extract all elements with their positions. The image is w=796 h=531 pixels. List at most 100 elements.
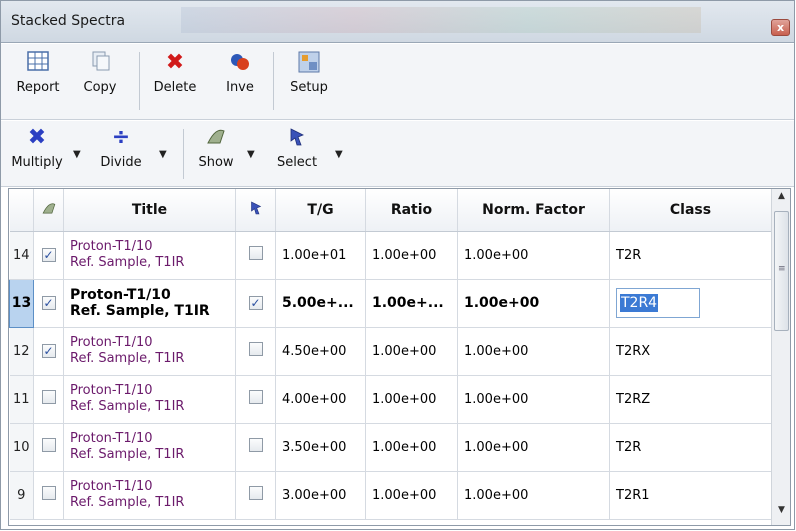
show-checkbox-cell[interactable]: ✓ bbox=[33, 279, 64, 328]
show-checkbox-cell[interactable] bbox=[33, 423, 64, 472]
pin-checkbox[interactable] bbox=[248, 390, 263, 404]
header-norm-factor[interactable]: Norm. Factor bbox=[457, 189, 610, 232]
table-row[interactable]: 12 ✓ Proton-T1/10 Ref. Sample, T1IR 4.50e… bbox=[9, 327, 772, 376]
show-checkbox-cell[interactable]: ✓ bbox=[33, 327, 64, 376]
show-dropdown-arrow[interactable]: ▼ bbox=[247, 149, 255, 160]
header-ratio[interactable]: Ratio bbox=[365, 189, 458, 232]
title-line: Proton-T1/10 bbox=[70, 383, 153, 398]
row-number[interactable]: 12 bbox=[9, 327, 34, 376]
title-line: Proton-T1/10 bbox=[70, 239, 153, 254]
show-button[interactable]: Show bbox=[191, 125, 241, 170]
title-line: Proton-T1/10 bbox=[70, 287, 171, 303]
row-number[interactable]: 13 bbox=[9, 278, 34, 328]
title-cell[interactable]: Proton-T1/10 Ref. Sample, T1IR bbox=[63, 423, 236, 472]
row-number[interactable]: 10 bbox=[9, 423, 34, 472]
table-row[interactable]: 14 ✓ Proton-T1/10 Ref. Sample, T1IR 1.00e… bbox=[9, 231, 772, 280]
tg-cell[interactable]: 4.00e+00 bbox=[275, 375, 366, 424]
delete-button[interactable]: ✖ Delete bbox=[145, 50, 205, 95]
ratio-cell[interactable]: 1.00e+00 bbox=[365, 471, 458, 520]
ratio-cell[interactable]: 1.00e+00 bbox=[365, 375, 458, 424]
pin-checkbox[interactable] bbox=[248, 342, 263, 356]
row-number[interactable]: 11 bbox=[9, 375, 34, 424]
header-title[interactable]: Title bbox=[63, 189, 236, 232]
title-bar[interactable]: Stacked Spectra x bbox=[1, 1, 794, 43]
show-checkbox[interactable]: ✓ bbox=[41, 343, 56, 358]
title-cell[interactable]: Proton-T1/10 Ref. Sample, T1IR bbox=[63, 279, 236, 328]
show-checkbox[interactable] bbox=[41, 438, 56, 452]
setup-label: Setup bbox=[290, 80, 328, 95]
invert-icon bbox=[227, 50, 253, 76]
show-checkbox[interactable]: ✓ bbox=[41, 247, 56, 262]
table-row[interactable]: 10 Proton-T1/10 Ref. Sample, T1IR 3.50e+0… bbox=[9, 423, 772, 472]
header-class[interactable]: Class bbox=[609, 189, 772, 232]
norm-factor-cell[interactable]: 1.00e+00 bbox=[457, 231, 610, 280]
title-cell[interactable]: Proton-T1/10 Ref. Sample, T1IR bbox=[63, 327, 236, 376]
class-edit-selected-text[interactable]: T2R4 bbox=[620, 294, 659, 312]
pin-checkbox[interactable]: ✓ bbox=[248, 296, 263, 310]
vertical-scrollbar[interactable]: ▲ ≡ ▼ bbox=[771, 189, 790, 525]
title-cell[interactable]: Proton-T1/10 Ref. Sample, T1IR bbox=[63, 231, 236, 280]
row-number[interactable]: 9 bbox=[9, 471, 34, 520]
select-button[interactable]: Select bbox=[269, 125, 325, 170]
title-cell[interactable]: Proton-T1/10 Ref. Sample, T1IR bbox=[63, 471, 236, 520]
table-row-selected[interactable]: 13 ✓ Proton-T1/10 Ref. Sample, T1IR ✓ 5.0… bbox=[9, 278, 772, 328]
tg-cell[interactable]: 4.50e+00 bbox=[275, 327, 366, 376]
scroll-up-arrow-icon[interactable]: ▲ bbox=[772, 191, 790, 209]
show-checkbox[interactable] bbox=[41, 486, 56, 500]
header-tg[interactable]: T/G bbox=[275, 189, 366, 232]
ratio-cell[interactable]: 1.00e+... bbox=[365, 279, 458, 328]
show-checkbox[interactable]: ✓ bbox=[41, 296, 56, 310]
norm-factor-cell[interactable]: 1.00e+00 bbox=[457, 279, 610, 328]
multiply-button[interactable]: ✖ Multiply bbox=[5, 125, 69, 170]
class-cell[interactable]: T2R1 bbox=[609, 471, 772, 520]
class-cell[interactable]: T2R bbox=[609, 231, 772, 280]
divide-button[interactable]: ÷ Divide bbox=[93, 125, 149, 170]
title-cell[interactable]: Proton-T1/10 Ref. Sample, T1IR bbox=[63, 375, 236, 424]
class-edit-field[interactable]: T2R4 bbox=[616, 288, 700, 318]
show-checkbox-cell[interactable] bbox=[33, 375, 64, 424]
scrollbar-thumb[interactable]: ≡ bbox=[774, 211, 789, 331]
title-line: Proton-T1/10 bbox=[70, 479, 153, 494]
tg-cell[interactable]: 3.00e+00 bbox=[275, 471, 366, 520]
ratio-cell[interactable]: 1.00e+00 bbox=[365, 423, 458, 472]
tg-cell[interactable]: 3.50e+00 bbox=[275, 423, 366, 472]
class-cell[interactable]: T2R4 bbox=[609, 279, 772, 328]
close-button[interactable]: x bbox=[771, 19, 790, 36]
row-number[interactable]: 14 bbox=[9, 231, 34, 280]
inve-button[interactable]: Inve bbox=[215, 50, 265, 95]
divide-dropdown-arrow[interactable]: ▼ bbox=[159, 149, 167, 160]
scroll-down-arrow-icon[interactable]: ▼ bbox=[772, 505, 790, 523]
show-checkbox[interactable] bbox=[41, 390, 56, 404]
pin-checkbox-cell[interactable] bbox=[235, 471, 276, 520]
report-button[interactable]: Report bbox=[9, 50, 67, 95]
table-row[interactable]: 11 Proton-T1/10 Ref. Sample, T1IR 4.00e+0… bbox=[9, 375, 772, 424]
ratio-cell[interactable]: 1.00e+00 bbox=[365, 327, 458, 376]
table-row[interactable]: 9 Proton-T1/10 Ref. Sample, T1IR 3.00e+00… bbox=[9, 471, 772, 520]
show-checkbox-cell[interactable] bbox=[33, 471, 64, 520]
pin-checkbox[interactable] bbox=[248, 438, 263, 452]
copy-button[interactable]: Copy bbox=[75, 50, 125, 95]
norm-factor-cell[interactable]: 1.00e+00 bbox=[457, 423, 610, 472]
norm-factor-cell[interactable]: 1.00e+00 bbox=[457, 327, 610, 376]
pin-checkbox-cell[interactable]: ✓ bbox=[235, 279, 276, 328]
select-dropdown-arrow[interactable]: ▼ bbox=[335, 149, 343, 160]
pin-checkbox[interactable] bbox=[248, 486, 263, 500]
pin-checkbox-cell[interactable] bbox=[235, 423, 276, 472]
tg-cell[interactable]: 5.00e+... bbox=[275, 279, 366, 328]
pin-checkbox-cell[interactable] bbox=[235, 327, 276, 376]
header-show[interactable] bbox=[33, 189, 64, 232]
pin-checkbox-cell[interactable] bbox=[235, 375, 276, 424]
class-cell[interactable]: T2RZ bbox=[609, 375, 772, 424]
norm-factor-cell[interactable]: 1.00e+00 bbox=[457, 471, 610, 520]
class-cell[interactable]: T2R bbox=[609, 423, 772, 472]
ratio-cell[interactable]: 1.00e+00 bbox=[365, 231, 458, 280]
setup-button[interactable]: Setup bbox=[281, 50, 337, 95]
header-pin[interactable] bbox=[235, 189, 276, 232]
pin-checkbox[interactable] bbox=[248, 246, 263, 260]
tg-cell[interactable]: 1.00e+01 bbox=[275, 231, 366, 280]
class-cell[interactable]: T2RX bbox=[609, 327, 772, 376]
show-checkbox-cell[interactable]: ✓ bbox=[33, 231, 64, 280]
pin-checkbox-cell[interactable] bbox=[235, 231, 276, 280]
norm-factor-cell[interactable]: 1.00e+00 bbox=[457, 375, 610, 424]
multiply-dropdown-arrow[interactable]: ▼ bbox=[73, 149, 81, 160]
